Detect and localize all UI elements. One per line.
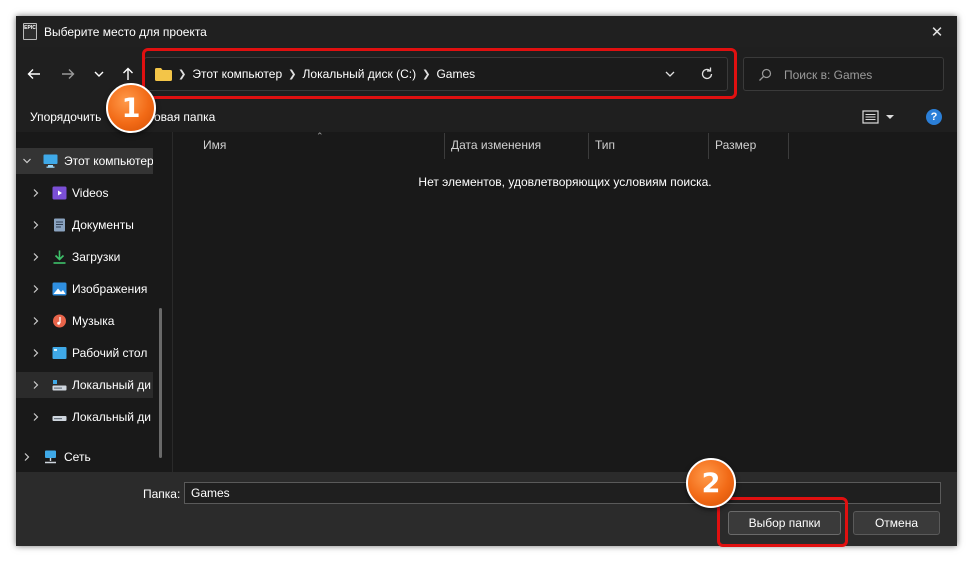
sidebar-item-label: Сеть	[64, 450, 91, 464]
sidebar-item-label: Музыка	[72, 314, 115, 328]
column-divider[interactable]	[708, 133, 709, 159]
sidebar-item-label: Локальный ди	[72, 410, 151, 424]
sidebar-item-documents[interactable]: Документы	[16, 212, 153, 238]
folder-label: Папка:	[143, 487, 181, 501]
breadcrumb-item-games[interactable]: Games	[436, 67, 475, 81]
forward-button[interactable]	[57, 63, 79, 85]
column-header-name[interactable]: Имя	[203, 138, 226, 152]
folder-icon	[155, 67, 172, 81]
search-input[interactable]: Поиск в: Games	[743, 57, 944, 91]
navigation-pane: Этот компьютер Videos Документы Загрузки…	[16, 132, 172, 472]
chevron-right-icon: ❯	[178, 68, 187, 80]
back-arrow-icon	[27, 69, 40, 79]
folder-name-field[interactable]	[184, 482, 941, 504]
chevron-down-icon[interactable]	[22, 156, 32, 166]
address-history-chevron-icon[interactable]	[663, 68, 677, 80]
refresh-icon[interactable]	[699, 66, 715, 82]
sidebar-item-label: Документы	[72, 218, 134, 232]
chevron-down-icon	[94, 71, 104, 77]
sidebar-item-label: Изображения	[72, 282, 148, 296]
breadcrumb: ❯ Этот компьютер ❯ Локальный диск (C:) ❯…	[155, 58, 475, 90]
window-title: Выберите место для проекта	[44, 25, 207, 39]
sort-ascending-icon: ⌃	[316, 131, 324, 141]
address-bar[interactable]: ❯ Этот компьютер ❯ Локальный диск (C:) ❯…	[144, 57, 728, 91]
sidebar-item-images[interactable]: Изображения	[16, 276, 153, 302]
search-placeholder: Поиск в: Games	[784, 68, 873, 82]
sidebar-item-label: Загрузки	[72, 250, 121, 264]
sidebar-item-desktop[interactable]: Рабочий стол	[16, 340, 153, 366]
close-icon: ✕	[930, 23, 944, 41]
chevron-right-icon[interactable]	[31, 252, 41, 262]
sidebar-item-downloads[interactable]: Загрузки	[16, 244, 153, 270]
images-icon	[52, 282, 67, 296]
chevron-right-icon[interactable]	[31, 412, 41, 422]
recent-locations-button[interactable]	[88, 63, 110, 85]
sidebar-item-network[interactable]: Сеть	[16, 444, 153, 470]
forward-arrow-icon	[62, 69, 75, 79]
up-button[interactable]	[117, 63, 139, 85]
cancel-button[interactable]: Отмена	[853, 511, 940, 535]
chevron-right-icon: ❯	[422, 68, 431, 80]
sidebar-item-local-disk[interactable]: Локальный ди	[16, 404, 153, 430]
sidebar-item-music[interactable]: Музыка	[16, 308, 153, 334]
chevron-right-icon[interactable]	[31, 188, 41, 198]
empty-results-message: Нет элементов, удовлетворяющих условиям …	[418, 175, 712, 189]
chevron-right-icon[interactable]	[31, 284, 41, 294]
documents-icon	[54, 218, 65, 232]
step-badge-2: 2	[686, 458, 736, 508]
column-header-type[interactable]: Тип	[595, 138, 615, 152]
chevron-right-icon[interactable]	[22, 452, 32, 462]
new-folder-button[interactable]: овая папка	[154, 110, 215, 124]
chevron-right-icon[interactable]	[31, 220, 41, 230]
select-folder-button[interactable]: Выбор папки	[728, 511, 841, 535]
computer-icon	[43, 154, 58, 168]
drive-icon	[52, 380, 67, 391]
breadcrumb-item-drive[interactable]: Локальный диск (C:)	[303, 67, 417, 81]
music-icon	[53, 314, 66, 328]
network-icon	[45, 450, 56, 464]
breadcrumb-item-computer[interactable]: Этот компьютер	[192, 67, 282, 81]
sidebar-item-this-pc[interactable]: Этот компьютер	[16, 148, 153, 174]
help-button[interactable]: ?	[926, 109, 942, 125]
view-options-button[interactable]	[862, 109, 898, 125]
close-button[interactable]: ✕	[917, 16, 957, 47]
videos-icon	[52, 186, 67, 200]
column-header-date-modified[interactable]: Дата изменения	[451, 138, 541, 152]
epic-games-icon	[23, 23, 37, 40]
column-divider[interactable]	[588, 133, 589, 159]
drive-icon	[52, 416, 67, 421]
list-view-icon	[862, 110, 894, 124]
column-divider[interactable]	[788, 133, 789, 159]
sidebar-item-label: Videos	[72, 186, 109, 200]
chevron-right-icon: ❯	[288, 68, 297, 80]
desktop-icon	[52, 347, 67, 359]
title-bar: Выберите место для проекта ✕	[16, 16, 957, 47]
file-dialog-window: Выберите место для проекта ✕ ❯ Этот ко	[16, 16, 957, 546]
column-header-size[interactable]: Размер	[715, 138, 756, 152]
sidebar-item-label: Локальный ди	[72, 378, 151, 392]
downloads-icon	[53, 250, 66, 264]
navigation-scrollbar[interactable]	[159, 308, 162, 458]
sidebar-item-videos[interactable]: Videos	[16, 180, 153, 206]
back-button[interactable]	[23, 63, 45, 85]
sidebar-item-label: Этот компьютер	[64, 154, 153, 168]
organize-button[interactable]: Упорядочить	[30, 110, 101, 124]
chevron-right-icon[interactable]	[31, 380, 41, 390]
chevron-right-icon[interactable]	[31, 316, 41, 326]
step-badge-1: 1	[106, 83, 156, 133]
sidebar-item-local-disk-c[interactable]: Локальный ди	[16, 372, 153, 398]
chevron-right-icon[interactable]	[31, 348, 41, 358]
up-arrow-icon	[123, 67, 133, 80]
column-divider[interactable]	[444, 133, 445, 159]
search-icon	[759, 68, 772, 81]
sidebar-item-label: Рабочий стол	[72, 346, 148, 360]
